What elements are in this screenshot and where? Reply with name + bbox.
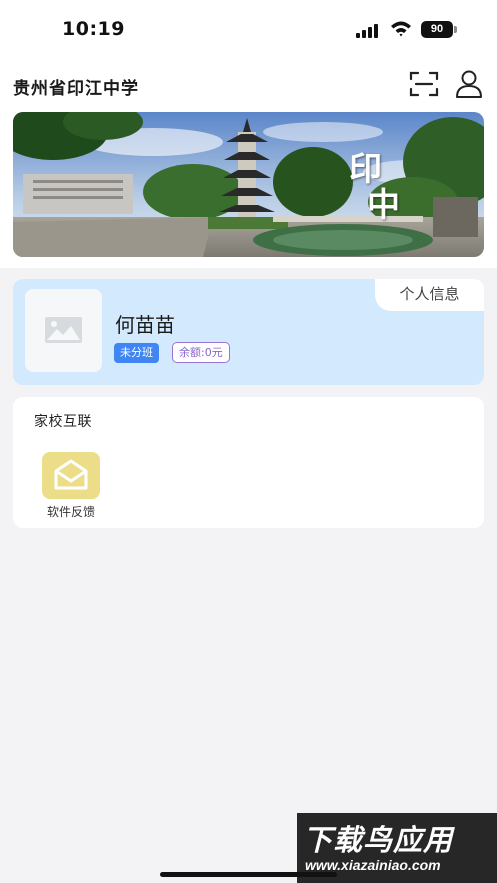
home-school-section: 家校互联 软件反馈 xyxy=(13,397,484,528)
watermark-url: www.xiazainiao.com xyxy=(305,857,441,873)
balance-badge: 余额:0元 xyxy=(172,342,230,363)
status-time: 10:19 xyxy=(62,18,125,40)
mail-icon xyxy=(54,459,88,490)
student-name: 何苗苗 xyxy=(115,313,175,337)
page-title: 贵州省印江中学 xyxy=(13,79,139,99)
banner-image[interactable]: 印 中 xyxy=(13,112,484,257)
battery-tip xyxy=(454,26,457,33)
software-feedback-button[interactable]: 软件反馈 xyxy=(31,452,109,522)
scan-icon[interactable] xyxy=(409,70,439,98)
avatar[interactable] xyxy=(25,289,102,372)
image-placeholder-icon xyxy=(45,317,82,343)
battery-icon: 90 xyxy=(421,21,453,38)
banner-caption: 印 中 xyxy=(349,142,409,224)
user-icon[interactable] xyxy=(455,69,483,99)
signal-icon xyxy=(356,24,380,38)
wifi-icon xyxy=(391,21,411,37)
class-status-badge: 未分班 xyxy=(114,343,159,363)
feedback-label: 软件反馈 xyxy=(46,505,95,519)
banner-char-2: 中 xyxy=(367,185,400,224)
section-title: 家校互联 xyxy=(34,414,92,430)
home-indicator[interactable] xyxy=(160,872,337,877)
feedback-icon-tile xyxy=(42,452,100,499)
status-bar: 10:19 90 xyxy=(0,0,497,60)
personal-info-tab[interactable]: 个人信息 xyxy=(375,279,484,311)
campus-photo xyxy=(13,112,484,257)
profile-card[interactable]: 个人信息 何苗苗 未分班 余额:0元 xyxy=(13,279,484,385)
watermark-title: 下载鸟应用 xyxy=(303,823,454,857)
